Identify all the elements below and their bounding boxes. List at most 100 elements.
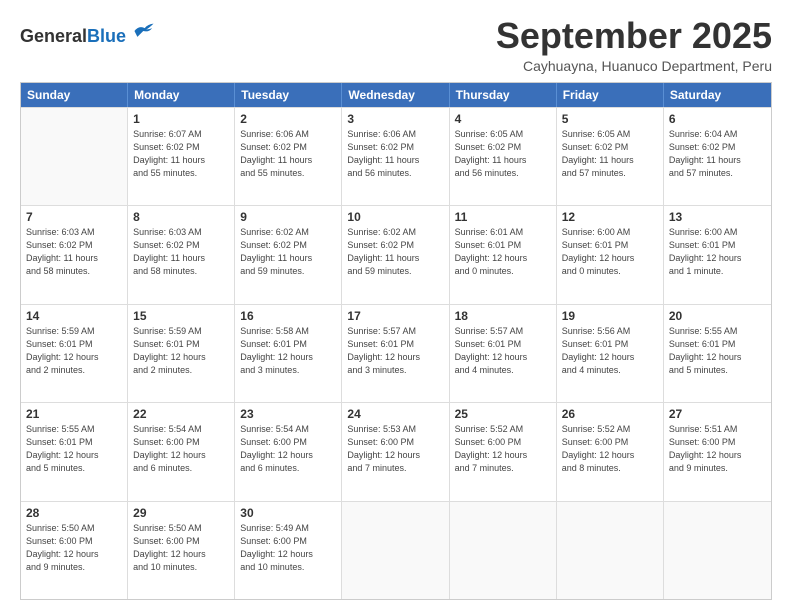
day-info: Sunrise: 5:55 AM Sunset: 6:01 PM Dayligh… (26, 423, 122, 475)
day-info: Sunrise: 6:03 AM Sunset: 6:02 PM Dayligh… (133, 226, 229, 278)
day-info: Sunrise: 5:56 AM Sunset: 6:01 PM Dayligh… (562, 325, 658, 377)
calendar-cell: 27 Sunrise: 5:51 AM Sunset: 6:00 PM Dayli… (664, 403, 771, 500)
day-info: Sunrise: 6:01 AM Sunset: 6:01 PM Dayligh… (455, 226, 551, 278)
day-number: 15 (133, 309, 229, 323)
calendar-cell: 26 Sunrise: 5:52 AM Sunset: 6:00 PM Dayli… (557, 403, 664, 500)
day-info: Sunrise: 5:55 AM Sunset: 6:01 PM Dayligh… (669, 325, 766, 377)
day-number: 27 (669, 407, 766, 421)
day-info: Sunrise: 6:05 AM Sunset: 6:02 PM Dayligh… (455, 128, 551, 180)
calendar-cell: 15 Sunrise: 5:59 AM Sunset: 6:01 PM Dayli… (128, 305, 235, 402)
day-number: 11 (455, 210, 551, 224)
calendar-cell: 8 Sunrise: 6:03 AM Sunset: 6:02 PM Daylig… (128, 206, 235, 303)
calendar-cell: 18Sunrise: 5:57 AM Sunset: 6:01 PM Dayli… (450, 305, 557, 402)
calendar-row: 1 Sunrise: 6:07 AM Sunset: 6:02 PM Daylig… (21, 107, 771, 205)
weekday-header: Sunday (21, 83, 128, 107)
day-info: Sunrise: 6:06 AM Sunset: 6:02 PM Dayligh… (240, 128, 336, 180)
calendar-cell: 23Sunrise: 5:54 AM Sunset: 6:00 PM Dayli… (235, 403, 342, 500)
logo: GeneralBlue (20, 20, 155, 47)
calendar-row: 28 Sunrise: 5:50 AM Sunset: 6:00 PM Dayli… (21, 501, 771, 599)
day-number: 10 (347, 210, 443, 224)
calendar-cell: 24Sunrise: 5:53 AM Sunset: 6:00 PM Dayli… (342, 403, 449, 500)
weekday-header: Thursday (450, 83, 557, 107)
calendar-cell: 20 Sunrise: 5:55 AM Sunset: 6:01 PM Dayli… (664, 305, 771, 402)
calendar-cell: 5Sunrise: 6:05 AM Sunset: 6:02 PM Daylig… (557, 108, 664, 205)
day-number: 28 (26, 506, 122, 520)
logo-bird-icon (133, 20, 155, 42)
day-info: Sunrise: 5:59 AM Sunset: 6:01 PM Dayligh… (26, 325, 122, 377)
day-info: Sunrise: 5:52 AM Sunset: 6:00 PM Dayligh… (562, 423, 658, 475)
calendar-cell: 29 Sunrise: 5:50 AM Sunset: 6:00 PM Dayli… (128, 502, 235, 599)
day-number: 25 (455, 407, 551, 421)
day-number: 26 (562, 407, 658, 421)
day-info: Sunrise: 6:04 AM Sunset: 6:02 PM Dayligh… (669, 128, 766, 180)
day-number: 19 (562, 309, 658, 323)
calendar-cell: 19 Sunrise: 5:56 AM Sunset: 6:01 PM Dayli… (557, 305, 664, 402)
month-title: September 2025 (496, 16, 772, 56)
calendar-cell (342, 502, 449, 599)
weekday-header: Wednesday (342, 83, 449, 107)
calendar-cell: 3Sunrise: 6:06 AM Sunset: 6:02 PM Daylig… (342, 108, 449, 205)
page: GeneralBlue September 2025 Cayhuayna, Hu… (0, 0, 792, 612)
weekday-header: Tuesday (235, 83, 342, 107)
day-number: 8 (133, 210, 229, 224)
calendar-cell: 9 Sunrise: 6:02 AM Sunset: 6:02 PM Daylig… (235, 206, 342, 303)
calendar-cell: 2 Sunrise: 6:06 AM Sunset: 6:02 PM Daylig… (235, 108, 342, 205)
day-info: Sunrise: 5:50 AM Sunset: 6:00 PM Dayligh… (26, 522, 122, 574)
calendar-cell: 28 Sunrise: 5:50 AM Sunset: 6:00 PM Dayli… (21, 502, 128, 599)
calendar-cell: 22 Sunrise: 5:54 AM Sunset: 6:00 PM Dayli… (128, 403, 235, 500)
day-info: Sunrise: 5:57 AM Sunset: 6:01 PM Dayligh… (455, 325, 551, 377)
calendar-cell: 6 Sunrise: 6:04 AM Sunset: 6:02 PM Daylig… (664, 108, 771, 205)
day-info: Sunrise: 5:54 AM Sunset: 6:00 PM Dayligh… (240, 423, 336, 475)
day-number: 9 (240, 210, 336, 224)
calendar-cell: 11 Sunrise: 6:01 AM Sunset: 6:01 PM Dayli… (450, 206, 557, 303)
day-info: Sunrise: 6:00 AM Sunset: 6:01 PM Dayligh… (562, 226, 658, 278)
day-number: 21 (26, 407, 122, 421)
calendar-cell: 13Sunrise: 6:00 AM Sunset: 6:01 PM Dayli… (664, 206, 771, 303)
calendar-cell: 17 Sunrise: 5:57 AM Sunset: 6:01 PM Dayli… (342, 305, 449, 402)
day-number: 4 (455, 112, 551, 126)
day-info: Sunrise: 5:57 AM Sunset: 6:01 PM Dayligh… (347, 325, 443, 377)
day-info: Sunrise: 5:51 AM Sunset: 6:00 PM Dayligh… (669, 423, 766, 475)
day-info: Sunrise: 6:05 AM Sunset: 6:02 PM Dayligh… (562, 128, 658, 180)
day-number: 14 (26, 309, 122, 323)
logo-general-text: General (20, 26, 87, 46)
calendar-body: 1 Sunrise: 6:07 AM Sunset: 6:02 PM Daylig… (21, 107, 771, 599)
day-number: 6 (669, 112, 766, 126)
day-number: 20 (669, 309, 766, 323)
day-info: Sunrise: 6:00 AM Sunset: 6:01 PM Dayligh… (669, 226, 766, 278)
day-info: Sunrise: 6:02 AM Sunset: 6:02 PM Dayligh… (240, 226, 336, 278)
day-number: 24 (347, 407, 443, 421)
calendar-cell: 21 Sunrise: 5:55 AM Sunset: 6:01 PM Dayli… (21, 403, 128, 500)
calendar-cell (450, 502, 557, 599)
day-info: Sunrise: 5:52 AM Sunset: 6:00 PM Dayligh… (455, 423, 551, 475)
day-info: Sunrise: 6:06 AM Sunset: 6:02 PM Dayligh… (347, 128, 443, 180)
calendar-cell: 16Sunrise: 5:58 AM Sunset: 6:01 PM Dayli… (235, 305, 342, 402)
logo-blue-text: Blue (87, 26, 126, 46)
calendar-cell: 1 Sunrise: 6:07 AM Sunset: 6:02 PM Daylig… (128, 108, 235, 205)
day-info: Sunrise: 5:58 AM Sunset: 6:01 PM Dayligh… (240, 325, 336, 377)
calendar-cell: 10 Sunrise: 6:02 AM Sunset: 6:02 PM Dayli… (342, 206, 449, 303)
calendar-cell: 7Sunrise: 6:03 AM Sunset: 6:02 PM Daylig… (21, 206, 128, 303)
header: GeneralBlue September 2025 Cayhuayna, Hu… (20, 16, 772, 74)
day-number: 22 (133, 407, 229, 421)
calendar-cell (557, 502, 664, 599)
day-number: 2 (240, 112, 336, 126)
day-number: 1 (133, 112, 229, 126)
day-info: Sunrise: 5:50 AM Sunset: 6:00 PM Dayligh… (133, 522, 229, 574)
day-number: 29 (133, 506, 229, 520)
calendar-row: 21 Sunrise: 5:55 AM Sunset: 6:01 PM Dayli… (21, 402, 771, 500)
day-number: 17 (347, 309, 443, 323)
calendar-cell: 4 Sunrise: 6:05 AM Sunset: 6:02 PM Daylig… (450, 108, 557, 205)
day-info: Sunrise: 6:02 AM Sunset: 6:02 PM Dayligh… (347, 226, 443, 278)
day-info: Sunrise: 5:59 AM Sunset: 6:01 PM Dayligh… (133, 325, 229, 377)
location: Cayhuayna, Huanuco Department, Peru (496, 58, 772, 74)
day-info: Sunrise: 6:03 AM Sunset: 6:02 PM Dayligh… (26, 226, 122, 278)
day-info: Sunrise: 5:54 AM Sunset: 6:00 PM Dayligh… (133, 423, 229, 475)
calendar: SundayMondayTuesdayWednesdayThursdayFrid… (20, 82, 772, 600)
title-block: September 2025 Cayhuayna, Huanuco Depart… (496, 16, 772, 74)
calendar-cell: 12Sunrise: 6:00 AM Sunset: 6:01 PM Dayli… (557, 206, 664, 303)
day-info: Sunrise: 6:07 AM Sunset: 6:02 PM Dayligh… (133, 128, 229, 180)
calendar-cell (21, 108, 128, 205)
weekday-header: Monday (128, 83, 235, 107)
calendar-cell (664, 502, 771, 599)
